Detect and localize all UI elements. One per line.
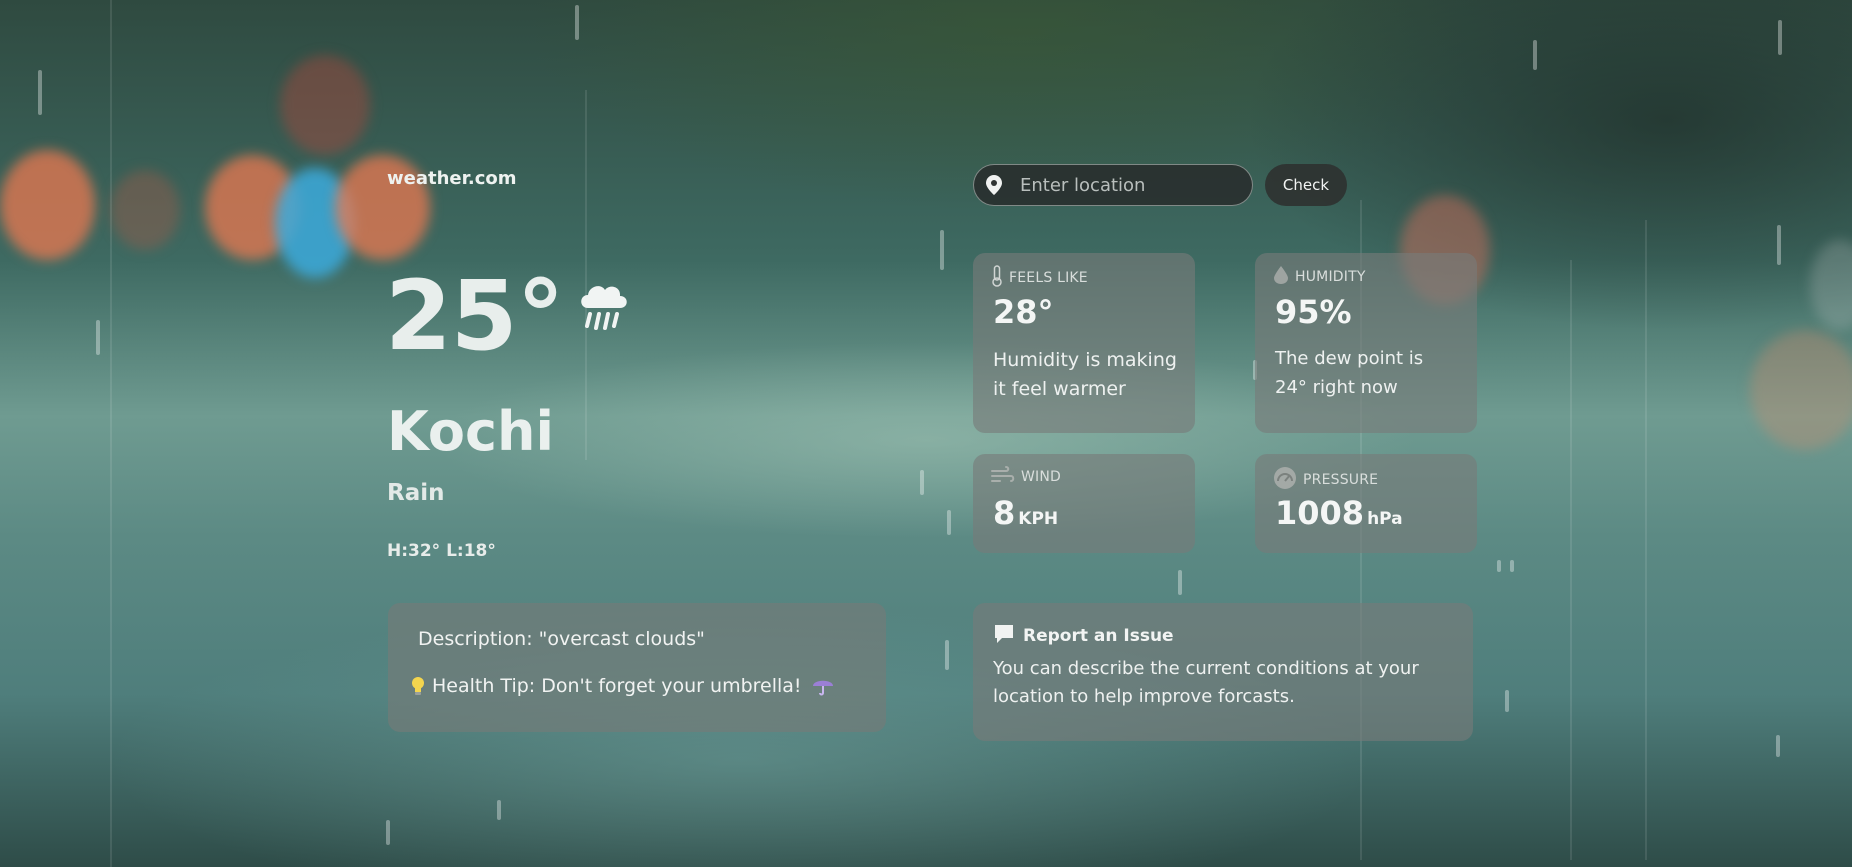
chat-bubble-icon: [993, 623, 1015, 649]
city-name: Kochi: [387, 400, 554, 463]
background-rain-scene: [0, 0, 1852, 867]
report-issue-title[interactable]: Report an Issue: [1023, 626, 1174, 646]
feels-like-note: Humidity is making it feel warmer: [993, 349, 1177, 400]
brand-logo-text: weather.com: [387, 168, 517, 189]
report-issue-text: You can describe the current conditions …: [993, 658, 1419, 707]
wind-icon: [991, 466, 1015, 488]
feels-like-card: Feels Like 28° Humidity is making it fee…: [973, 253, 1195, 433]
pressure-value-row: 1008 hPa: [1275, 494, 1403, 532]
pressure-unit: hPa: [1367, 509, 1403, 529]
current-temperature-row: 25°: [385, 268, 632, 364]
current-temperature: 25°: [385, 260, 565, 372]
description-card: Description: "overcast clouds" Health Ti…: [388, 603, 886, 732]
health-tip: Health Tip: Don't forget your umbrella!: [410, 675, 834, 697]
umbrella-icon: [812, 676, 834, 696]
thermometer-icon: [991, 265, 1003, 291]
feels-like-label: Feels Like: [1009, 270, 1088, 286]
weather-description: Description: "overcast clouds": [418, 628, 705, 650]
rain-cloud-icon: [574, 278, 632, 340]
high-low-temperature: H:32° L:18°: [387, 541, 496, 561]
pressure-label: Pressure: [1303, 472, 1379, 488]
check-button[interactable]: Check: [1265, 164, 1347, 206]
pressure-value: 1008: [1275, 494, 1365, 532]
wind-card: Wind 8 KPH: [973, 454, 1195, 553]
pressure-card: Pressure 1008 hPa: [1255, 454, 1477, 553]
location-search[interactable]: [973, 164, 1253, 206]
report-issue-card[interactable]: Report an Issue You can describe the cur…: [973, 603, 1473, 741]
humidity-note: The dew point is 24° right now: [1275, 348, 1424, 398]
lightbulb-icon: [410, 676, 426, 696]
droplet-icon: [1273, 265, 1289, 289]
humidity-label: Humidity: [1295, 269, 1366, 285]
gauge-icon: [1273, 466, 1297, 494]
wind-unit: KPH: [1018, 509, 1059, 529]
wind-value: 8: [993, 494, 1016, 532]
weather-condition: Rain: [387, 480, 445, 506]
wind-label: Wind: [1021, 469, 1062, 485]
health-tip-text: Health Tip: Don't forget your umbrella!: [432, 675, 802, 697]
humidity-value: 95%: [1275, 293, 1352, 331]
humidity-card: Humidity 95% The dew point is 24° right …: [1255, 253, 1477, 433]
location-pin-icon: [986, 175, 1002, 195]
feels-like-value: 28°: [993, 293, 1054, 331]
location-input[interactable]: [1018, 173, 1232, 197]
wind-value-row: 8 KPH: [993, 494, 1058, 532]
